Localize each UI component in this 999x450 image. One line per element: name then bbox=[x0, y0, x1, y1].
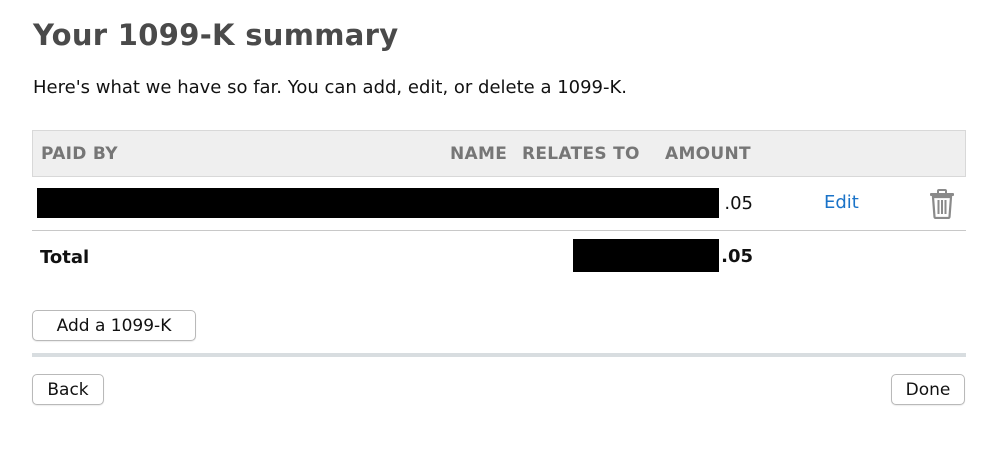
header-name: NAME bbox=[450, 144, 508, 164]
page: Your 1099-K summary Here's what we have … bbox=[0, 0, 999, 450]
page-subtitle: Here's what we have so far. You can add,… bbox=[33, 77, 628, 98]
add-1099k-button[interactable]: Add a 1099-K bbox=[32, 310, 196, 341]
total-label: Total bbox=[40, 247, 90, 268]
redaction-bar bbox=[573, 239, 719, 272]
row-amount: .05 bbox=[724, 193, 753, 214]
edit-link[interactable]: Edit bbox=[824, 192, 859, 213]
total-row: Total .05 bbox=[32, 231, 966, 285]
total-amount: .05 bbox=[721, 246, 753, 267]
header-amount: AMOUNT bbox=[665, 144, 751, 164]
table-row: .05 Edit bbox=[32, 177, 966, 231]
header-relates-to: RELATES TO bbox=[522, 144, 640, 164]
redaction-bar bbox=[37, 188, 719, 218]
header-paid-by: PAID BY bbox=[41, 144, 118, 164]
page-title: Your 1099-K summary bbox=[33, 18, 399, 52]
done-button[interactable]: Done bbox=[891, 374, 965, 405]
table-header: PAID BY NAME RELATES TO AMOUNT bbox=[32, 130, 966, 177]
divider bbox=[32, 353, 966, 357]
back-button[interactable]: Back bbox=[32, 374, 104, 405]
trash-icon[interactable] bbox=[929, 189, 955, 220]
